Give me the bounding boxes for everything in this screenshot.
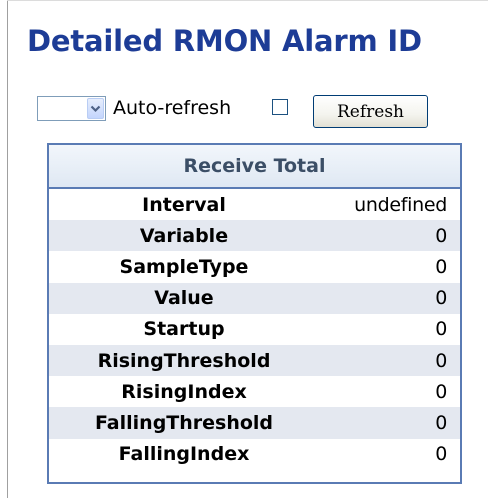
- row-label: FallingIndex: [118, 443, 250, 466]
- row-label: SampleType: [119, 255, 249, 278]
- toolbar: Auto-refresh Refresh: [37, 95, 437, 128]
- chevron-down-icon[interactable]: [87, 98, 104, 119]
- table-row: FallingThreshold 0: [49, 407, 460, 439]
- auto-refresh-label: Auto-refresh: [113, 97, 232, 119]
- auto-refresh-checkbox[interactable]: [272, 99, 288, 115]
- panel-header: Receive Total: [49, 145, 460, 189]
- table-row: RisingIndex 0: [49, 376, 460, 407]
- row-label: Startup: [143, 318, 225, 341]
- frame-border-left: [7, 0, 8, 498]
- row-label: RisingThreshold: [49, 344, 319, 377]
- alarm-id-select[interactable]: [37, 96, 106, 121]
- table-row: SampleType 0: [49, 251, 460, 282]
- row-label: Variable: [49, 220, 319, 252]
- row-value: 0: [435, 318, 447, 341]
- row-label: FallingThreshold: [49, 407, 319, 439]
- row-value: 0: [319, 344, 460, 377]
- table-row: Value 0: [49, 282, 460, 314]
- row-value: 0: [319, 220, 460, 252]
- row-value: 0: [319, 407, 460, 439]
- row-value: 0: [319, 282, 460, 314]
- row-label: Value: [49, 282, 319, 314]
- refresh-button[interactable]: Refresh: [313, 95, 428, 128]
- table-row: Variable 0: [49, 220, 460, 252]
- row-label: Interval: [142, 193, 226, 216]
- row-value: undefined: [354, 193, 447, 216]
- row-value: 0: [435, 255, 447, 278]
- stats-table: Interval undefined Variable 0 SampleType…: [49, 189, 460, 470]
- frame-border-top: [7, 0, 488, 1]
- page-title: Detailed RMON Alarm ID: [27, 24, 422, 58]
- table-row: RisingThreshold 0: [49, 344, 460, 377]
- row-value: 0: [435, 380, 447, 403]
- table-row: Interval undefined: [49, 189, 460, 220]
- receive-total-panel: Receive Total Interval undefined Variabl…: [47, 143, 462, 484]
- row-value: 0: [435, 443, 447, 466]
- table-row: Startup 0: [49, 314, 460, 345]
- table-row: FallingIndex 0: [49, 439, 460, 470]
- row-label: RisingIndex: [121, 380, 247, 403]
